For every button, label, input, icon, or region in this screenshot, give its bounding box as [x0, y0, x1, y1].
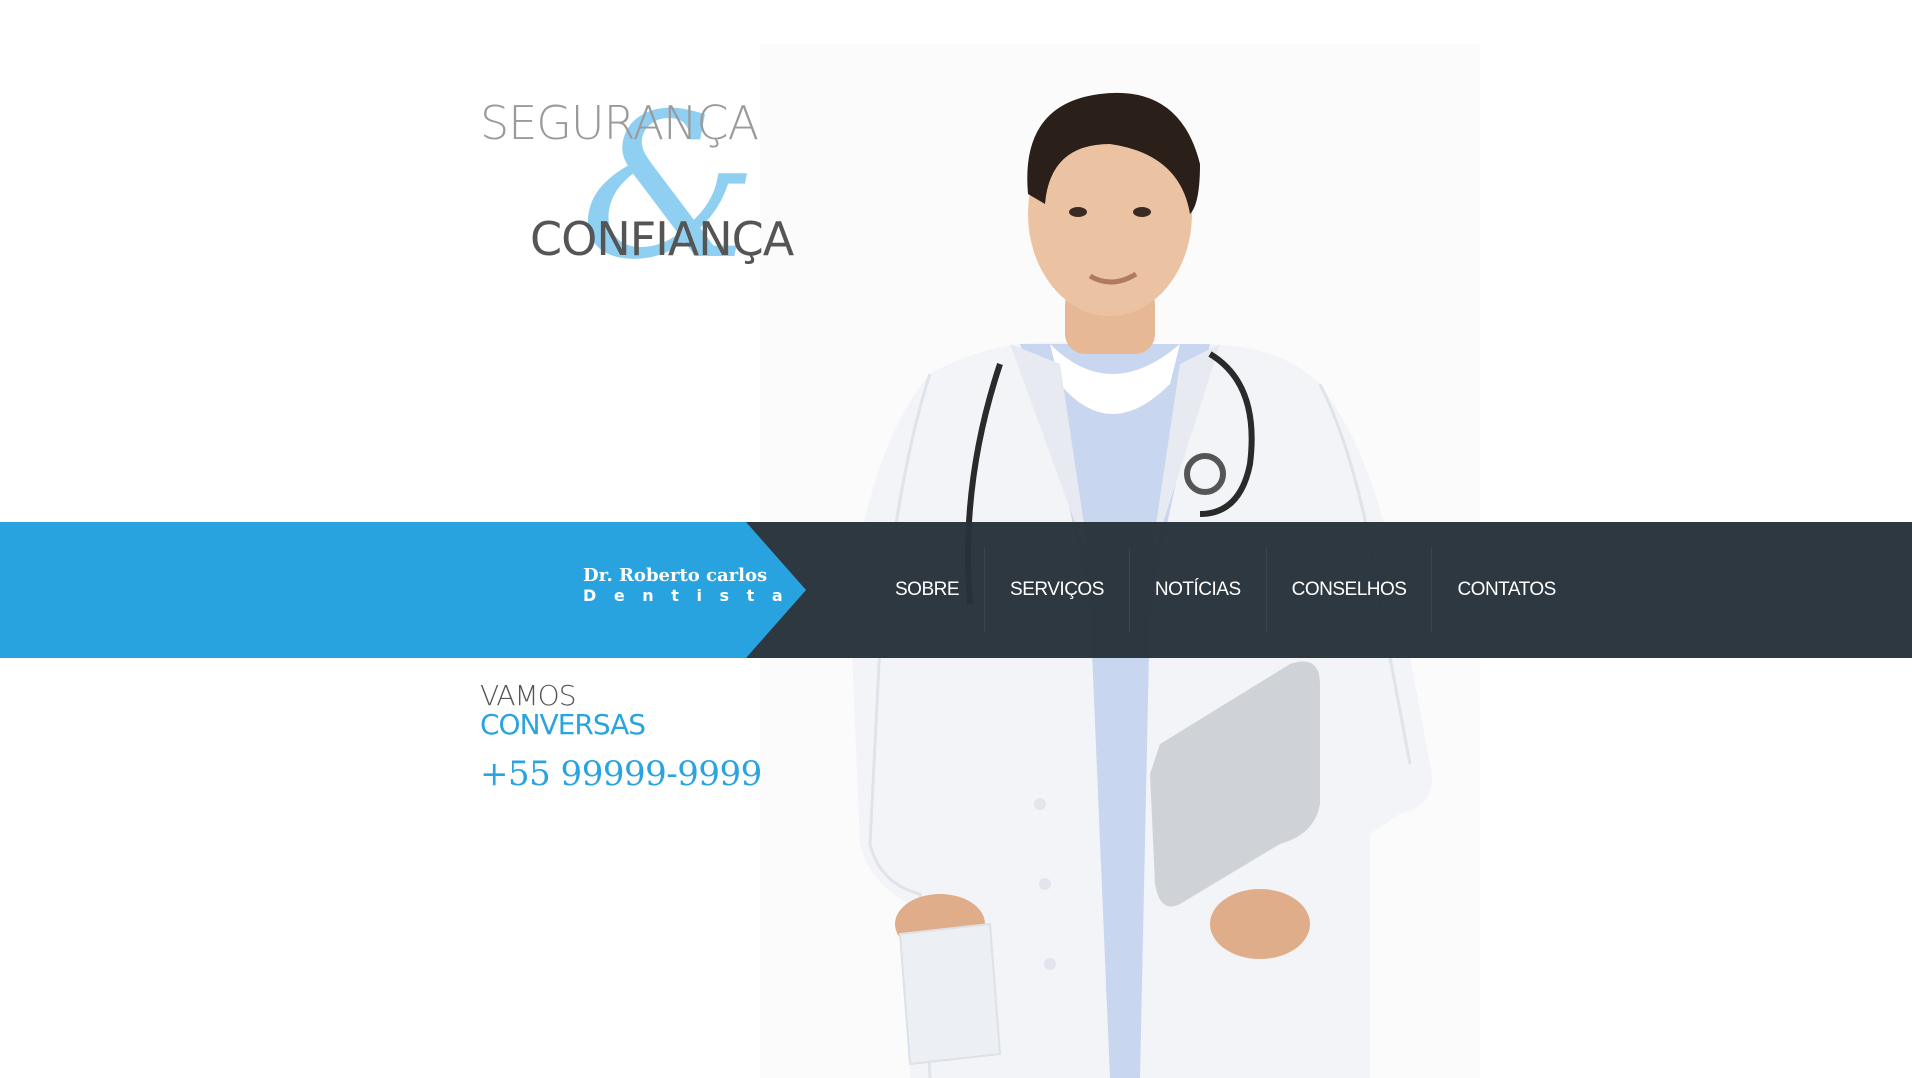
- nav-item-noticias[interactable]: NOTÍCIAS: [1128, 548, 1266, 632]
- contact-line-2: CONVERSAS: [480, 708, 646, 741]
- hero-headline: & SEGURANÇA CONFIANÇA: [480, 88, 840, 288]
- nav-item-servicos[interactable]: SERVIÇOS: [984, 548, 1129, 632]
- nav-item-sobre[interactable]: SOBRE: [870, 548, 984, 632]
- page: & SEGURANÇA CONFIANÇA Dr. Roberto carlos…: [0, 0, 1912, 1078]
- headline-line-2: CONFIANÇA: [530, 212, 794, 266]
- contact-block: VAMOS CONVERSAS +55 99999-9999: [480, 679, 762, 795]
- brand-name: Dr. Roberto carlos: [583, 565, 768, 586]
- brand-role: D e n t i s t a: [583, 586, 789, 605]
- main-nav: SOBRE SERVIÇOS NOTÍCIAS CONSELHOS CONTAT…: [870, 548, 1581, 632]
- headline-line-1: SEGURANÇA: [480, 96, 759, 150]
- phone-number[interactable]: +55 99999-9999: [480, 754, 762, 794]
- brand-logo[interactable]: Dr. Roberto carlos D e n t i s t a: [583, 566, 789, 606]
- contact-line-1: VAMOS: [480, 679, 576, 712]
- nav-item-conselhos[interactable]: CONSELHOS: [1265, 548, 1432, 632]
- nav-item-contatos[interactable]: CONTATOS: [1431, 548, 1580, 632]
